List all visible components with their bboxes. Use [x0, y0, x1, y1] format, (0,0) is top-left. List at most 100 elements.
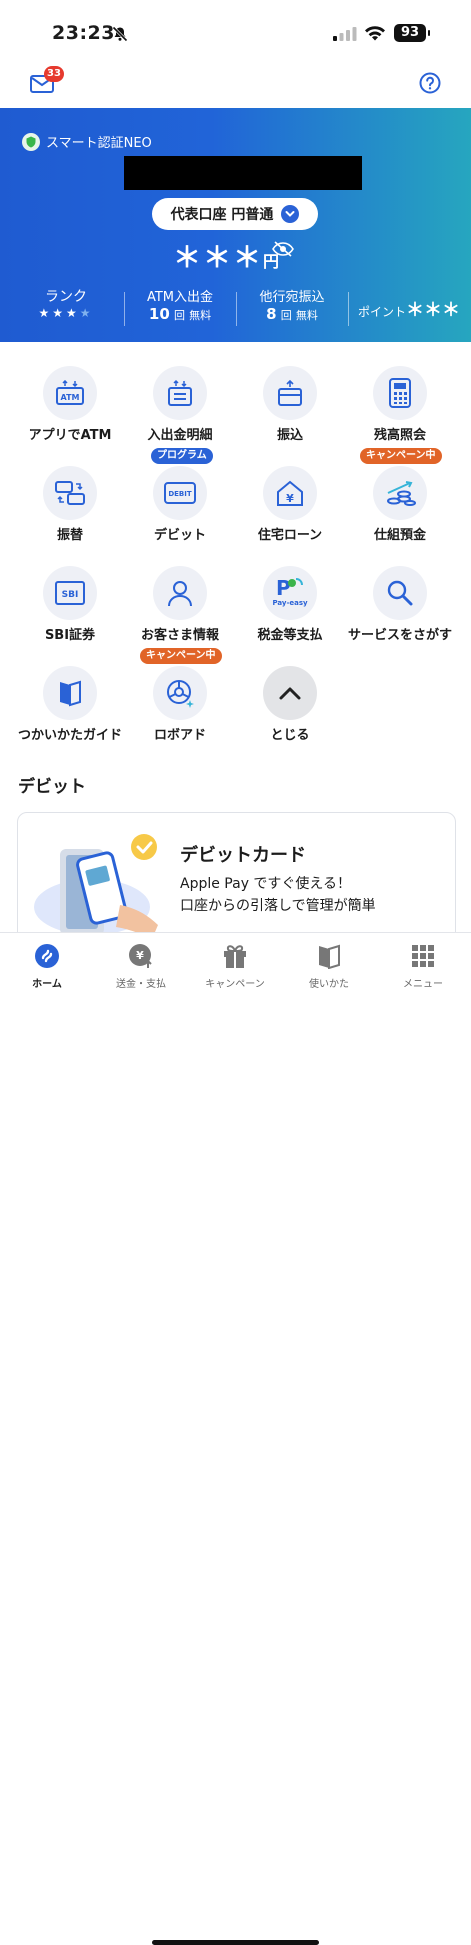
menu-grid: ATM アプリでATM 入出金明細 振込 残高照会 振替 プログラム DEBIT… — [0, 342, 471, 762]
menu-item-tax-payment[interactable]: P Pay-easy 税金等支払 — [235, 542, 345, 643]
chevron-up-icon — [263, 666, 317, 720]
svg-text:SBI: SBI — [62, 590, 79, 600]
menu-label: 住宅ローン — [257, 528, 323, 543]
coins-growth-icon — [373, 466, 427, 520]
tab-guide[interactable]: 使いかた — [282, 943, 376, 990]
smart-auth-label: スマート認証NEO — [46, 136, 152, 151]
house-yen-icon: ¥ — [263, 466, 317, 520]
guide-book-icon — [43, 666, 97, 720]
tab-campaign[interactable]: キャンペーン — [188, 943, 282, 990]
atm-unit: 回 — [173, 309, 185, 322]
svg-text:P: P — [276, 576, 291, 600]
menu-item-guide[interactable]: つかいかたガイド — [15, 642, 125, 743]
menu-item-statement[interactable]: 入出金明細 — [125, 342, 235, 443]
menu-label: SBI証券 — [44, 628, 96, 643]
balance-mask: ＊＊＊ — [173, 241, 264, 274]
statement-icon — [153, 366, 207, 420]
bottom-tab-bar: ホーム ¥ 送金・支払 キャンペーン 使いかた メニュー — [0, 932, 471, 1945]
account-summary-panel: スマート認証NEO 代表口座 円普通 ＊＊＊円 ランク ★★★★ ATM入出金 … — [0, 108, 471, 342]
campaign-tag: キャンペーン中 — [360, 448, 442, 464]
grid-menu-icon — [410, 943, 436, 969]
atm-label: ATM入出金 — [146, 290, 214, 305]
rank-stars: ★★★★ — [38, 306, 94, 320]
divider — [236, 292, 237, 326]
menu-item-close[interactable]: とじる — [235, 642, 345, 743]
menu-item-structured-deposit[interactable]: キャンペーン中 仕組預金 — [345, 442, 455, 543]
debit-card-icon: DEBIT — [153, 466, 207, 520]
top-bar: 33 — [0, 64, 471, 108]
atm-icon: ATM — [43, 366, 97, 420]
battery-indicator: 93 — [394, 24, 430, 42]
swap-cards-icon — [43, 466, 97, 520]
divider — [348, 292, 349, 326]
debit-card-line2: 口座からの引落しで管理が簡単 — [180, 898, 376, 914]
transfer-stat[interactable]: 他行宛振込 8 回 無料 — [240, 286, 344, 323]
menu-label: 入出金明細 — [147, 428, 213, 443]
tab-home[interactable]: ホーム — [0, 943, 94, 990]
menu-label: お客さま情報 — [140, 628, 219, 643]
debit-card-title: デビットカード — [180, 845, 306, 866]
rank-label: ランク — [45, 289, 87, 305]
menu-item-balance[interactable]: 残高照会 — [345, 342, 455, 443]
robo-advisor-icon — [153, 666, 207, 720]
tab-label: ホーム — [32, 979, 62, 990]
menu-label: 税金等支払 — [257, 628, 323, 643]
campaign-tag: キャンペーン中 — [140, 648, 222, 664]
menu-label: デビット — [153, 528, 206, 543]
status-bar: 23:23 93 — [0, 0, 471, 64]
shield-icon — [22, 132, 40, 151]
menu-label: とじる — [270, 728, 310, 743]
menu-item-sbi-securities[interactable]: SBI SBI証券 — [15, 542, 125, 643]
menu-item-find-service[interactable]: サービスをさがす — [345, 542, 455, 643]
help-icon[interactable] — [419, 72, 441, 94]
atm-stat[interactable]: ATM入出金 10 回 無料 — [130, 286, 230, 323]
svg-text:¥: ¥ — [286, 492, 294, 505]
menu-label: 仕組預金 — [373, 528, 426, 543]
svg-text:ATM: ATM — [61, 393, 80, 402]
points-mask: ＊＊＊ — [406, 300, 460, 321]
eye-off-icon[interactable] — [272, 241, 294, 257]
yen-send-icon: ¥ — [128, 943, 154, 969]
redacted-account-name — [124, 156, 362, 190]
svg-text:DEBIT: DEBIT — [168, 490, 192, 498]
menu-item-swap[interactable]: 振替 — [15, 442, 125, 543]
rank-stat[interactable]: ランク ★★★★ — [18, 286, 114, 320]
status-time: 23:23 — [52, 22, 115, 44]
menu-item-customer-info[interactable]: お客さま情報 — [125, 542, 235, 643]
tab-label: キャンペーン — [205, 979, 265, 990]
section-title-debit: デビット — [18, 777, 86, 797]
smart-auth-status[interactable]: スマート認証NEO — [22, 132, 152, 151]
guide-icon — [316, 943, 342, 969]
home-icon — [34, 943, 60, 969]
menu-item-robo-advisor[interactable]: キャンペーン中 ロボアド — [125, 642, 235, 743]
pay-easy-icon: P Pay-easy — [263, 566, 317, 620]
menu-item-app-atm[interactable]: ATM アプリでATM — [15, 342, 125, 443]
transfer-free: 無料 — [295, 309, 318, 322]
search-icon — [373, 566, 427, 620]
atm-count: 10 — [148, 305, 170, 323]
points-stat[interactable]: ポイント＊＊＊ — [354, 296, 464, 322]
pay-easy-text: Pay-easy — [272, 599, 308, 607]
bell-off-icon — [112, 26, 128, 42]
calculator-icon — [373, 366, 427, 420]
transfer-label: 他行宛振込 — [259, 290, 325, 305]
tab-menu[interactable]: メニュー — [376, 943, 470, 990]
menu-label: 振替 — [56, 528, 83, 543]
wifi-icon — [365, 26, 385, 41]
transfer-unit: 回 — [280, 309, 292, 322]
divider — [124, 292, 125, 326]
menu-item-transfer[interactable]: 振込 — [235, 342, 345, 443]
menu-item-housing-loan[interactable]: ¥ 住宅ローン — [235, 442, 345, 543]
account-selector[interactable]: 代表口座 円普通 — [152, 198, 318, 230]
home-indicator — [152, 1940, 319, 1945]
program-tag: プログラム — [151, 448, 213, 464]
mail-badge: 33 — [44, 66, 64, 82]
tab-send-pay[interactable]: ¥ 送金・支払 — [94, 943, 188, 990]
tab-label: メニュー — [403, 979, 443, 990]
menu-item-debit[interactable]: プログラム DEBIT デビット — [125, 442, 235, 543]
account-selector-label: 代表口座 円普通 — [170, 207, 274, 223]
transfer-icon — [263, 366, 317, 420]
points-label: ポイント — [357, 305, 406, 319]
sbi-icon: SBI — [43, 566, 97, 620]
tab-label: 使いかた — [309, 979, 349, 990]
